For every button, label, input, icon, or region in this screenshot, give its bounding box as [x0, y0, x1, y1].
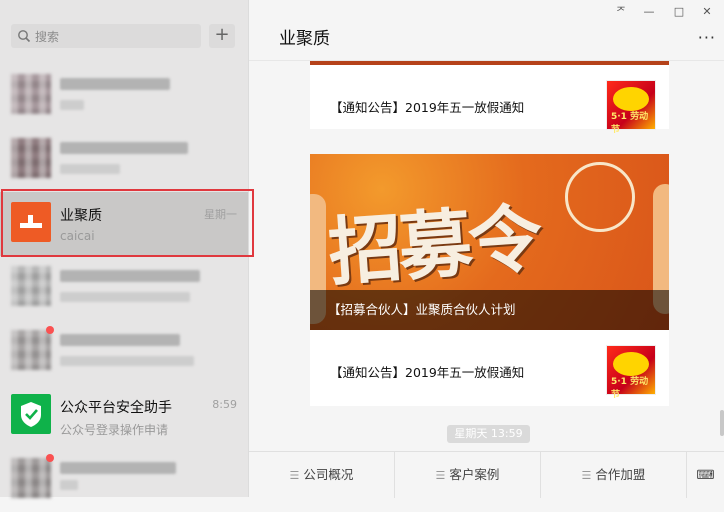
search-placeholder: 搜索: [35, 30, 60, 44]
chat-list-item[interactable]: [0, 448, 248, 512]
chat-list-item-security-assistant[interactable]: 公众平台安全助手 公众号登录操作申请 8:59: [0, 384, 248, 448]
article-card[interactable]: 【通知公告】2019年五一放假通知 5·1 劳动节: [310, 61, 669, 135]
security-assistant-avatar: [11, 394, 51, 434]
official-account-menu: ☰ 公司概况 ☰ 客户案例 ☰ 合作加盟 ⌨: [249, 451, 724, 498]
avatar: [11, 266, 51, 306]
chat-preview: 公众号登录操作申请: [60, 423, 169, 437]
article-thumbnail: 5·1 劳动节: [606, 80, 656, 135]
search-input[interactable]: 搜索: [11, 24, 201, 48]
menu-client-cases[interactable]: ☰ 客户案例: [395, 452, 541, 498]
chat-panel: ᅎ — □ ✕ 业聚质 ··· 【通知公告】2019年五一放假通知 5·1 劳动…: [249, 0, 724, 498]
chat-name-redacted: [60, 270, 200, 282]
avatar: [11, 330, 51, 370]
maximize-button[interactable]: □: [668, 2, 690, 22]
pin-icon[interactable]: ᅎ: [610, 2, 632, 22]
shield-icon: [21, 402, 41, 427]
menu-company-overview[interactable]: ☰ 公司概况: [249, 452, 395, 498]
menu-lines-icon: ☰: [289, 469, 300, 482]
chat-list-item[interactable]: [0, 128, 248, 192]
chat-name-redacted: [60, 78, 170, 90]
unread-dot: [46, 326, 54, 334]
chat-list-item[interactable]: [0, 320, 248, 384]
chat-name-redacted: [60, 142, 188, 154]
search-icon: [18, 30, 31, 43]
selection-highlight-box: [1, 189, 254, 257]
banner-edge: [310, 61, 669, 65]
avatar: [11, 138, 51, 178]
message-feed[interactable]: 【通知公告】2019年五一放假通知 5·1 劳动节 招募令 【招募合伙人】业聚质…: [249, 61, 724, 451]
article-banner-image[interactable]: 招募令 【招募合伙人】业聚质合伙人计划: [310, 154, 669, 330]
more-options-button[interactable]: ···: [698, 28, 716, 47]
avatar: [11, 74, 51, 114]
chat-name: 公众平台安全助手: [60, 400, 172, 416]
add-button[interactable]: +: [209, 24, 235, 48]
scrollbar[interactable]: [720, 410, 724, 436]
chat-name-redacted: [60, 462, 176, 474]
thumbnail-text: 5·1 劳动节: [611, 112, 649, 135]
article-title[interactable]: 【通知公告】2019年五一放假通知: [330, 362, 524, 381]
article-card[interactable]: 招募令 【招募合伙人】业聚质合伙人计划 【通知公告】2019年五一放假通知 5·…: [310, 154, 669, 406]
menu-lines-icon: ☰: [581, 469, 592, 482]
badge-icon: [613, 87, 649, 111]
chat-preview-redacted: [60, 100, 84, 110]
chat-header: ᅎ — □ ✕ 业聚质 ···: [249, 0, 724, 61]
chat-title: 业聚质: [279, 29, 330, 49]
chat-preview-redacted: [60, 292, 190, 302]
chat-preview-redacted: [60, 164, 120, 174]
sun-icon: [565, 162, 635, 232]
thumbnail-text: 5·1 劳动节: [611, 377, 649, 400]
chat-time: 8:59: [212, 398, 237, 411]
chat-preview-redacted: [60, 356, 194, 366]
banner-caption[interactable]: 【招募合伙人】业聚质合伙人计划: [328, 299, 516, 318]
chat-name-redacted: [60, 334, 180, 346]
avatar: [11, 458, 51, 498]
minimize-button[interactable]: —: [638, 2, 660, 22]
banner-headline: 招募令: [325, 195, 542, 297]
chat-list-item[interactable]: [0, 256, 248, 320]
article-thumbnail: 5·1 劳动节: [606, 345, 656, 400]
chat-list-item[interactable]: [0, 64, 248, 128]
message-timestamp: 星期天 13:59: [447, 425, 530, 443]
menu-lines-icon: ☰: [435, 469, 446, 482]
badge-icon: [613, 352, 649, 376]
unread-dot: [46, 454, 54, 462]
menu-partnership[interactable]: ☰ 合作加盟: [541, 452, 687, 498]
keyboard-toggle-button[interactable]: ⌨: [687, 452, 724, 498]
chat-list-sidebar: 搜索 + 业聚质 caicai 星期一 公众平台安全助手 公众号登录操作申请 8…: [0, 0, 254, 498]
chat-preview-redacted: [60, 480, 78, 490]
article-title[interactable]: 【通知公告】2019年五一放假通知: [330, 97, 524, 116]
close-button[interactable]: ✕: [696, 2, 718, 22]
